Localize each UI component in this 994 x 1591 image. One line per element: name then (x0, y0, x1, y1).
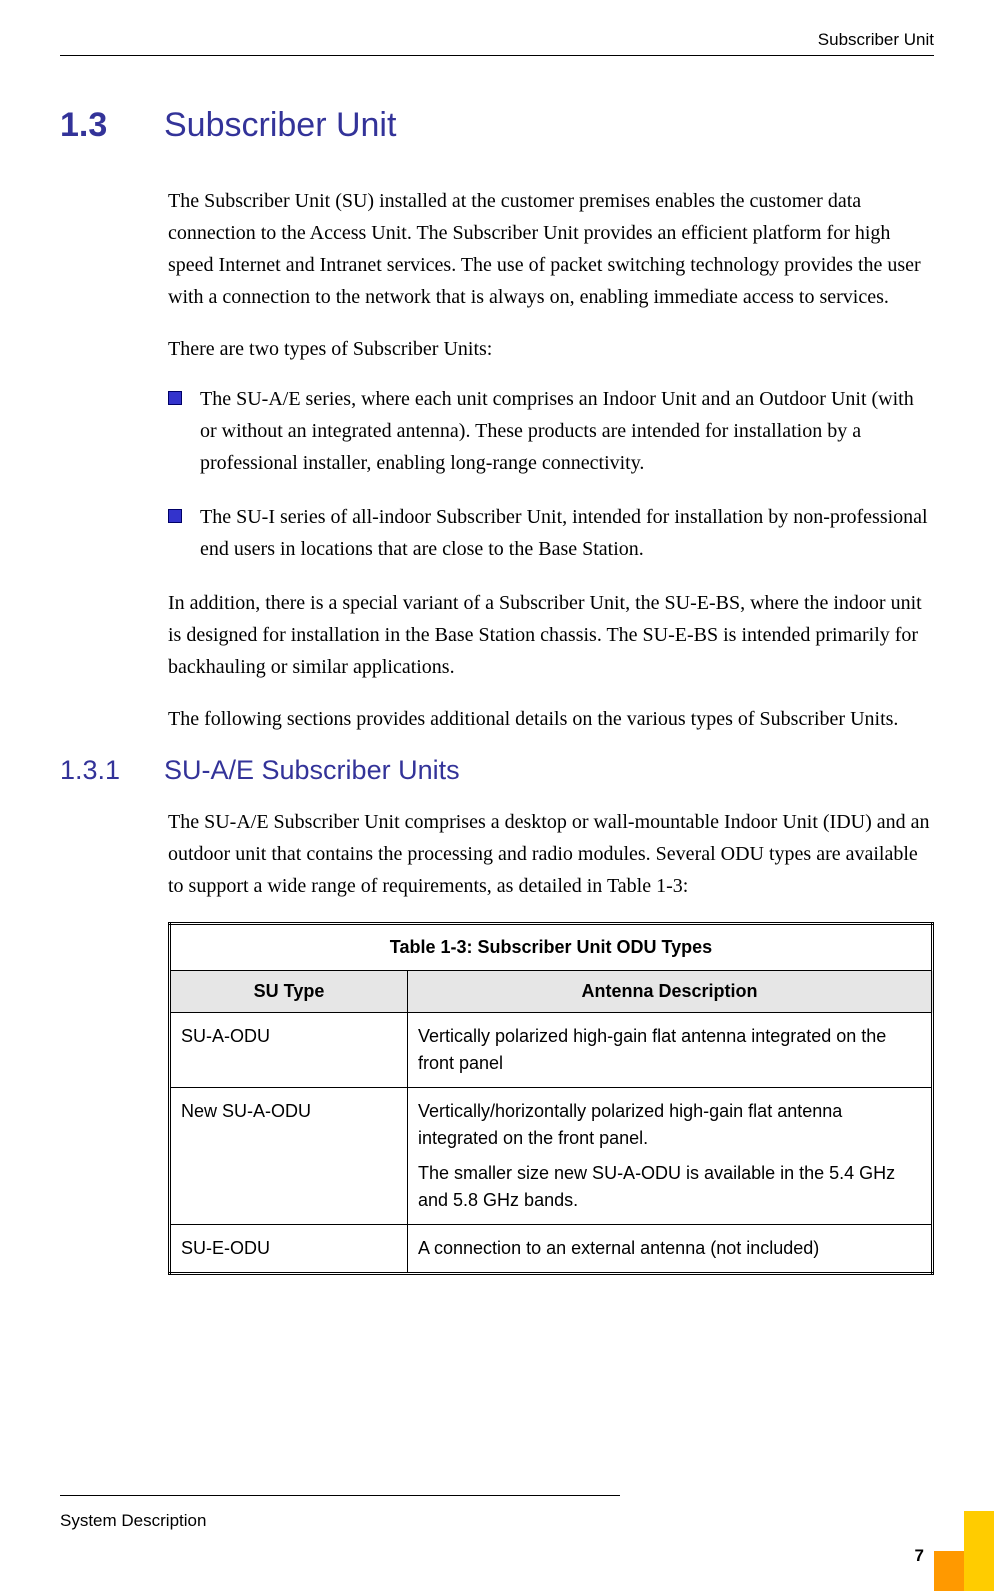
odu-types-table: Table 1-3: Subscriber Unit ODU Types SU … (168, 922, 934, 1275)
table-header-antenna-desc: Antenna Description (408, 971, 933, 1013)
cell-antenna-desc: A connection to an external antenna (not… (408, 1225, 933, 1274)
table-row: New SU-A-ODU Vertically/horizontally pol… (170, 1088, 933, 1225)
footer-chapter-name: System Description (60, 1511, 206, 1531)
page-number-decoration (934, 1511, 994, 1591)
subsection-number: 1.3.1 (60, 755, 160, 786)
header-rule (60, 55, 934, 56)
list-item: The SU-I series of all-indoor Subscriber… (168, 501, 934, 565)
paragraph: In addition, there is a special variant … (168, 587, 934, 683)
paragraph: The Subscriber Unit (SU) installed at th… (168, 185, 934, 313)
yellow-block (964, 1511, 994, 1591)
cell-text: Vertically/horizontally polarized high-g… (418, 1098, 921, 1152)
cell-su-type: SU-A-ODU (170, 1013, 408, 1088)
table-row: SU-E-ODU A connection to an external ant… (170, 1225, 933, 1274)
section-number: 1.3 (60, 106, 160, 145)
header-section-name: Subscriber Unit (60, 30, 934, 55)
page-number: 7 (915, 1546, 924, 1566)
paragraph: The SU-A/E Subscriber Unit comprises a d… (168, 806, 934, 902)
subsection-heading: 1.3.1 SU-A/E Subscriber Units (60, 755, 934, 786)
cell-text: The smaller size new SU-A-ODU is availab… (418, 1160, 921, 1214)
cell-su-type: New SU-A-ODU (170, 1088, 408, 1225)
subsection-title: SU-A/E Subscriber Units (164, 755, 460, 786)
table-header-su-type: SU Type (170, 971, 408, 1013)
orange-block (934, 1551, 964, 1591)
cell-su-type: SU-E-ODU (170, 1225, 408, 1274)
bullet-list: The SU-A/E series, where each unit compr… (168, 383, 934, 565)
list-item: The SU-A/E series, where each unit compr… (168, 383, 934, 479)
cell-antenna-desc: Vertically polarized high-gain flat ante… (408, 1013, 933, 1088)
table-caption: Table 1-3: Subscriber Unit ODU Types (170, 924, 933, 971)
footer-rule (60, 1495, 620, 1496)
table-row: SU-A-ODU Vertically polarized high-gain … (170, 1013, 933, 1088)
cell-antenna-desc: Vertically/horizontally polarized high-g… (408, 1088, 933, 1225)
section-heading: 1.3 Subscriber Unit (60, 106, 934, 145)
paragraph: There are two types of Subscriber Units: (168, 333, 934, 365)
section-title: Subscriber Unit (164, 106, 396, 145)
paragraph: The following sections provides addition… (168, 703, 934, 735)
